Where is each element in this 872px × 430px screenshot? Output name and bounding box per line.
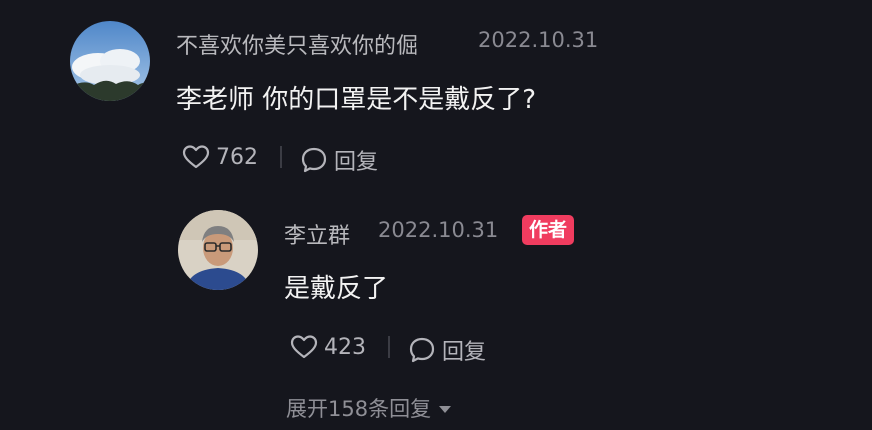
author-badge: 作者: [522, 215, 575, 245]
speech-bubble-icon: [301, 147, 327, 173]
reply-author-avatar[interactable]: [178, 210, 258, 290]
caret-down-icon: [439, 405, 452, 413]
reply-username[interactable]: 李立群: [284, 218, 350, 250]
action-divider: [388, 336, 390, 358]
heart-icon: [290, 335, 318, 359]
comment-text: 李老师 你的口罩是不是戴反了?: [176, 85, 537, 115]
speech-bubble-icon: [409, 337, 435, 363]
comment-like-count: 762: [216, 144, 258, 170]
reply-text: 是戴反了: [284, 274, 389, 304]
sky-clouds-avatar-icon: [70, 21, 150, 101]
reply-reply-button[interactable]: 回复: [408, 334, 486, 366]
action-divider: [280, 146, 282, 168]
comment-date: 2022.10.31: [478, 28, 599, 52]
comment-reply-button[interactable]: 回复: [300, 144, 378, 176]
expand-replies-button[interactable]: 展开158条回复: [286, 393, 452, 423]
comment-like-button[interactable]: 762: [182, 144, 258, 170]
man-portrait-avatar-icon: [178, 210, 258, 290]
commenter-avatar[interactable]: [70, 21, 150, 101]
expand-replies-label: 展开158条回复: [286, 397, 432, 421]
commenter-username[interactable]: 不喜欢你美只喜欢你的倔: [176, 28, 418, 60]
reply-date: 2022.10.31: [378, 218, 499, 242]
reply-like-count: 423: [324, 334, 366, 360]
comment-reply-label: 回复: [334, 150, 379, 175]
heart-icon: [182, 145, 210, 169]
reply-like-button[interactable]: 423: [290, 334, 366, 360]
reply-reply-label: 回复: [442, 340, 487, 365]
